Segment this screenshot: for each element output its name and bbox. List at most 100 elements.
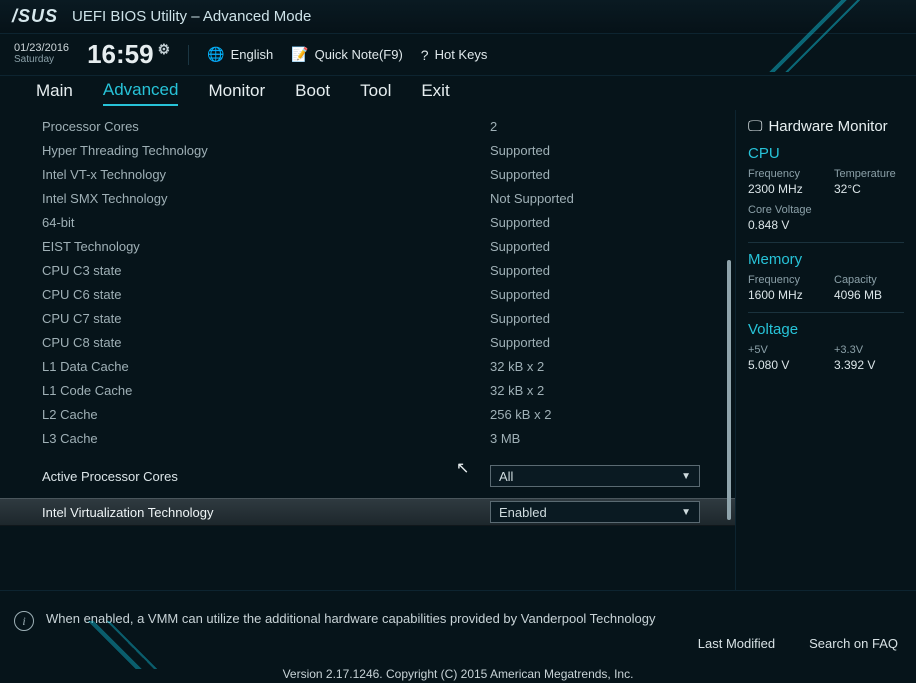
info-label: CPU C6 state xyxy=(42,287,490,302)
brand-logo: /SUS xyxy=(12,6,58,27)
cpu-cv-val: 0.848 V xyxy=(748,218,904,232)
setting-intel-virtualization: Intel Virtualization Technology Enabled … xyxy=(0,498,735,526)
info-value: Supported xyxy=(490,143,550,158)
hw-monitor-label: Hardware Monitor xyxy=(768,118,887,135)
info-label: CPU C7 state xyxy=(42,311,490,326)
info-label: L3 Cache xyxy=(42,431,490,446)
date-block: 01/23/2016 Saturday xyxy=(14,43,69,65)
menu-exit[interactable]: Exit xyxy=(421,81,449,105)
info-value: 32 kB x 2 xyxy=(490,383,544,398)
menu-advanced[interactable]: Advanced xyxy=(103,80,179,106)
voltage-heading: Voltage xyxy=(748,321,904,338)
info-label: EIST Technology xyxy=(42,239,490,254)
scrollbar[interactable] xyxy=(727,260,731,520)
mem-freq-val: 1600 MHz xyxy=(748,288,812,302)
info-value: 3 MB xyxy=(490,431,520,446)
info-label: Intel SMX Technology xyxy=(42,191,490,206)
clock[interactable]: 16:59 ⚙ xyxy=(87,39,170,70)
menu-monitor[interactable]: Monitor xyxy=(208,81,265,105)
info-label: Processor Cores xyxy=(42,119,490,134)
info-row: L1 Code Cache32 kB x 2 xyxy=(0,378,735,402)
info-value: Not Supported xyxy=(490,191,574,206)
info-value: Supported xyxy=(490,335,550,350)
info-row: Intel VT-x TechnologySupported xyxy=(0,162,735,186)
cpu-heading: CPU xyxy=(748,145,904,162)
info-row: CPU C6 stateSupported xyxy=(0,282,735,306)
menu-main[interactable]: Main xyxy=(36,81,73,105)
mem-cap-val: 4096 MB xyxy=(834,288,898,302)
info-row: L3 Cache3 MB xyxy=(0,426,735,450)
info-label: L2 Cache xyxy=(42,407,490,422)
info-value: Supported xyxy=(490,239,550,254)
app-title: UEFI BIOS Utility – Advanced Mode xyxy=(72,8,311,25)
info-value: Supported xyxy=(490,311,550,326)
language-selector[interactable]: 🌐 English xyxy=(207,46,273,63)
info-label: 64-bit xyxy=(42,215,490,230)
v33-val: 3.392 V xyxy=(834,358,898,372)
info-value: 256 kB x 2 xyxy=(490,407,551,422)
select-value: Enabled xyxy=(499,505,547,520)
info-value: Supported xyxy=(490,167,550,182)
help-icon: ? xyxy=(421,47,429,63)
info-value: Supported xyxy=(490,215,550,230)
menubar: Main Advanced Monitor Boot Tool Exit xyxy=(0,76,916,110)
info-row: Processor Cores2 xyxy=(0,114,735,138)
active-cores-select[interactable]: All ▼ xyxy=(490,465,700,487)
hardware-monitor-panel: 🖵 Hardware Monitor CPU Frequency 2300 MH… xyxy=(736,110,916,590)
v5-val: 5.080 V xyxy=(748,358,812,372)
day: Saturday xyxy=(14,55,69,66)
cpu-freq-key: Frequency xyxy=(748,168,812,180)
info-row: CPU C3 stateSupported xyxy=(0,258,735,282)
chevron-down-icon: ▼ xyxy=(681,507,691,518)
info-row: L1 Data Cache32 kB x 2 xyxy=(0,354,735,378)
info-row: Intel SMX TechnologyNot Supported xyxy=(0,186,735,210)
note-icon: 📝 xyxy=(291,46,308,63)
monitor-icon: 🖵 xyxy=(748,118,762,135)
cpu-cv-key: Core Voltage xyxy=(748,204,904,216)
mem-freq-key: Frequency xyxy=(748,274,812,286)
virtualization-select[interactable]: Enabled ▼ xyxy=(490,501,700,523)
cpu-temp-key: Temperature xyxy=(834,168,898,180)
search-faq-button[interactable]: Search on FAQ xyxy=(809,636,898,651)
menu-tool[interactable]: Tool xyxy=(360,81,391,105)
quick-note-button[interactable]: 📝 Quick Note(F9) xyxy=(291,46,403,63)
setting-label: Active Processor Cores xyxy=(42,469,490,484)
mem-cap-key: Capacity xyxy=(834,274,898,286)
info-row: L2 Cache256 kB x 2 xyxy=(0,402,735,426)
cpu-temp-val: 32°C xyxy=(834,182,898,196)
divider xyxy=(748,242,904,243)
menu-boot[interactable]: Boot xyxy=(295,81,330,105)
language-label: English xyxy=(231,47,274,62)
divider xyxy=(748,312,904,313)
help-text: When enabled, a VMM can utilize the addi… xyxy=(46,611,655,626)
info-row: Hyper Threading TechnologySupported xyxy=(0,138,735,162)
footer: Last Modified Search on FAQ Version 2.17… xyxy=(0,627,916,683)
info-value: 32 kB x 2 xyxy=(490,359,544,374)
info-value: Supported xyxy=(490,263,550,278)
titlebar: /SUS UEFI BIOS Utility – Advanced Mode xyxy=(0,0,916,34)
info-label: CPU C3 state xyxy=(42,263,490,278)
info-value: Supported xyxy=(490,287,550,302)
gear-icon[interactable]: ⚙ xyxy=(158,41,171,58)
info-row: CPU C8 stateSupported xyxy=(0,330,735,354)
memory-heading: Memory xyxy=(748,251,904,268)
info-value: 2 xyxy=(490,119,497,134)
chevron-down-icon: ▼ xyxy=(681,471,691,482)
hot-keys-button[interactable]: ? Hot Keys xyxy=(421,47,488,63)
v5-key: +5V xyxy=(748,344,812,356)
quick-note-label: Quick Note(F9) xyxy=(315,47,403,62)
info-label: Intel VT-x Technology xyxy=(42,167,490,182)
setting-label: Intel Virtualization Technology xyxy=(42,505,490,520)
info-label: L1 Data Cache xyxy=(42,359,490,374)
info-row: CPU C7 stateSupported xyxy=(0,306,735,330)
v33-key: +3.3V xyxy=(834,344,898,356)
version-text: Version 2.17.1246. Copyright (C) 2015 Am… xyxy=(283,667,634,681)
info-row: EIST TechnologySupported xyxy=(0,234,735,258)
info-label: L1 Code Cache xyxy=(42,383,490,398)
topbar: 01/23/2016 Saturday 16:59 ⚙ 🌐 English 📝 … xyxy=(0,34,916,76)
main-panel: Processor Cores2Hyper Threading Technolo… xyxy=(0,110,736,590)
last-modified-button[interactable]: Last Modified xyxy=(698,636,775,651)
cpu-freq-val: 2300 MHz xyxy=(748,182,812,196)
select-value: All xyxy=(499,469,513,484)
info-label: Hyper Threading Technology xyxy=(42,143,490,158)
